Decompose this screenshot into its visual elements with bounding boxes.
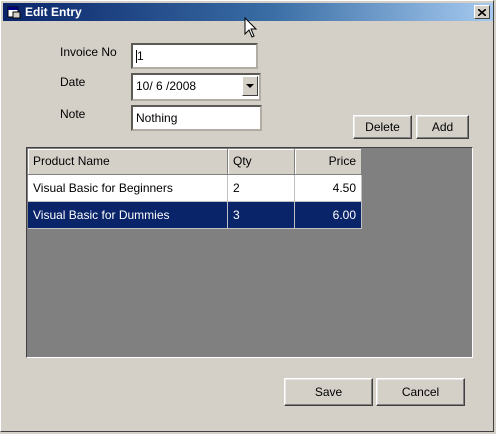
invoice-value: 1: [137, 49, 144, 63]
window-title: Edit Entry: [25, 5, 82, 19]
cancel-button[interactable]: Cancel: [376, 378, 465, 406]
cell-qty[interactable]: 2: [228, 175, 295, 202]
delete-button[interactable]: Delete: [353, 115, 412, 139]
cell-price[interactable]: 4.50: [295, 175, 362, 202]
invoice-field[interactable]: 1: [131, 43, 258, 69]
date-value: 10/ 6 /2008: [136, 79, 197, 93]
table-row-selected[interactable]: Visual Basic for Dummies 3 6.00: [28, 202, 362, 229]
cell-price[interactable]: 6.00: [295, 202, 362, 229]
note-label: Note: [60, 107, 86, 121]
mouse-pointer-icon: [244, 17, 258, 38]
window-app-icon: [7, 6, 21, 19]
table-row[interactable]: Visual Basic for Beginners 2 4.50: [28, 175, 362, 202]
cell-product-name[interactable]: Visual Basic for Dummies: [28, 202, 228, 229]
column-header-qty[interactable]: Qty: [228, 149, 295, 175]
note-value: Nothing: [136, 111, 178, 125]
column-header-price[interactable]: Price: [295, 149, 362, 175]
date-picker[interactable]: 10/ 6 /2008: [131, 73, 261, 101]
add-button[interactable]: Add: [416, 115, 469, 139]
close-button[interactable]: [474, 5, 490, 19]
date-label: Date: [60, 75, 86, 89]
invoice-label: Invoice No: [60, 45, 117, 59]
cell-product-name[interactable]: Visual Basic for Beginners: [28, 175, 228, 202]
grid-header: Product Name Qty Price: [28, 149, 362, 175]
column-header-product-name[interactable]: Product Name: [28, 149, 228, 175]
products-grid[interactable]: Product Name Qty Price Visual Basic for …: [26, 147, 473, 358]
save-button[interactable]: Save: [284, 378, 373, 406]
close-icon: [478, 8, 486, 16]
edit-entry-window: Edit Entry Invoice No 1 Date 10/ 6 /2008…: [0, 0, 494, 432]
note-field[interactable]: Nothing: [131, 105, 262, 131]
cell-qty[interactable]: 3: [228, 202, 295, 229]
date-dropdown-button[interactable]: [242, 76, 258, 96]
chevron-down-icon: [246, 83, 254, 88]
